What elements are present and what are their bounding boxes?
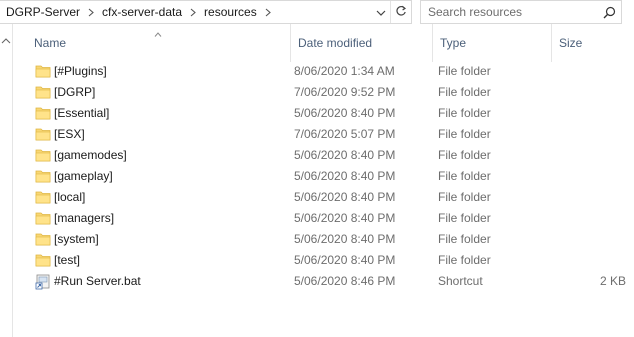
file-date: 5/06/2020 8:46 PM — [294, 274, 396, 288]
file-date: 5/06/2020 8:40 PM — [294, 148, 396, 162]
file-type: File folder — [438, 232, 491, 246]
file-type: File folder — [438, 211, 491, 225]
file-date: 7/06/2020 9:52 PM — [294, 85, 396, 99]
file-date: 5/06/2020 8:40 PM — [294, 190, 396, 204]
file-name: [test] — [54, 253, 81, 267]
address-bar[interactable]: DGRP-Server cfx-server-data resources — [0, 0, 412, 24]
file-name: [gamemodes] — [54, 148, 127, 162]
file-date: 5/06/2020 8:40 PM — [294, 253, 396, 267]
file-row[interactable]: #Run Server.bat 5/06/2020 8:46 PM Shortc… — [13, 271, 634, 292]
folder-icon — [35, 232, 51, 246]
breadcrumb: DGRP-Server cfx-server-data resources — [0, 5, 372, 19]
folder-icon — [35, 190, 51, 204]
column-headers: Name Date modified Type Size — [13, 24, 634, 62]
column-header-type[interactable]: Type — [432, 24, 551, 62]
file-date: 5/06/2020 8:40 PM — [294, 211, 396, 225]
file-rows: [#Plugins] 8/06/2020 1:34 AM File folder… — [13, 61, 634, 292]
file-row[interactable]: [Essential] 5/06/2020 8:40 PM File folde… — [13, 103, 634, 124]
file-name: [managers] — [54, 211, 115, 225]
file-name: [ESX] — [54, 127, 85, 141]
folder-icon — [35, 127, 51, 141]
file-type: File folder — [438, 169, 491, 183]
navigation-pane[interactable] — [0, 24, 12, 337]
search-icon[interactable] — [597, 1, 621, 23]
refresh-button[interactable] — [390, 1, 411, 23]
file-size: 2 KB — [599, 274, 626, 288]
file-row[interactable]: [DGRP] 7/06/2020 9:52 PM File folder — [13, 82, 634, 103]
file-type: File folder — [438, 190, 491, 204]
address-history-dropdown[interactable] — [372, 1, 390, 23]
file-name: [system] — [54, 232, 99, 246]
file-row[interactable]: [gameplay] 5/06/2020 8:40 PM File folder — [13, 166, 634, 187]
file-row[interactable]: [system] 5/06/2020 8:40 PM File folder — [13, 229, 634, 250]
breadcrumb-item-dgrp-server[interactable]: DGRP-Server — [4, 5, 82, 19]
search-input[interactable] — [421, 2, 597, 22]
chevron-right-icon[interactable] — [82, 5, 100, 19]
folder-icon — [35, 148, 51, 162]
search-box[interactable] — [420, 0, 622, 24]
file-type: File folder — [438, 106, 491, 120]
column-header-name[interactable]: Name — [27, 24, 290, 62]
file-name: [DGRP] — [54, 85, 96, 99]
folder-icon — [35, 106, 51, 120]
file-type: File folder — [438, 127, 491, 141]
file-row[interactable]: [test] 5/06/2020 8:40 PM File folder — [13, 250, 634, 271]
file-row[interactable]: [#Plugins] 8/06/2020 1:34 AM File folder — [13, 61, 634, 82]
file-row[interactable]: [ESX] 7/06/2020 5:07 PM File folder — [13, 124, 634, 145]
file-date: 7/06/2020 5:07 PM — [294, 127, 396, 141]
file-row[interactable]: [managers] 5/06/2020 8:40 PM File folder — [13, 208, 634, 229]
folder-icon — [35, 211, 51, 225]
file-name: [local] — [54, 190, 86, 204]
file-name: [gameplay] — [54, 169, 113, 183]
folder-icon — [35, 85, 51, 99]
breadcrumb-item-resources[interactable]: resources — [202, 5, 259, 19]
file-name: #Run Server.bat — [54, 274, 141, 288]
shortcut-icon — [35, 274, 51, 290]
file-date: 5/06/2020 8:40 PM — [294, 106, 396, 120]
file-name: [Essential] — [54, 106, 110, 120]
chevron-up-icon[interactable] — [1, 34, 11, 44]
file-list: Name Date modified Type Size [#Plugins] … — [13, 24, 634, 337]
file-type: File folder — [438, 148, 491, 162]
file-date: 5/06/2020 8:40 PM — [294, 232, 396, 246]
file-date: 5/06/2020 8:40 PM — [294, 169, 396, 183]
file-type: File folder — [438, 253, 491, 267]
refresh-icon — [395, 5, 407, 20]
file-type: File folder — [438, 64, 491, 78]
file-name: [#Plugins] — [54, 64, 107, 78]
file-date: 8/06/2020 1:34 AM — [294, 64, 395, 78]
chevron-down-icon — [376, 5, 386, 19]
chevron-right-icon[interactable] — [259, 5, 277, 19]
folder-icon — [35, 169, 51, 183]
file-type: File folder — [438, 85, 491, 99]
folder-icon — [35, 253, 51, 267]
chevron-right-icon[interactable] — [184, 5, 202, 19]
file-row[interactable]: [gamemodes] 5/06/2020 8:40 PM File folde… — [13, 145, 634, 166]
column-header-size[interactable]: Size — [551, 24, 631, 62]
file-type: Shortcut — [438, 274, 483, 288]
breadcrumb-item-cfx-server-data[interactable]: cfx-server-data — [100, 5, 184, 19]
folder-icon — [35, 64, 51, 78]
column-header-date-modified[interactable]: Date modified — [290, 24, 432, 62]
file-row[interactable]: [local] 5/06/2020 8:40 PM File folder — [13, 187, 634, 208]
